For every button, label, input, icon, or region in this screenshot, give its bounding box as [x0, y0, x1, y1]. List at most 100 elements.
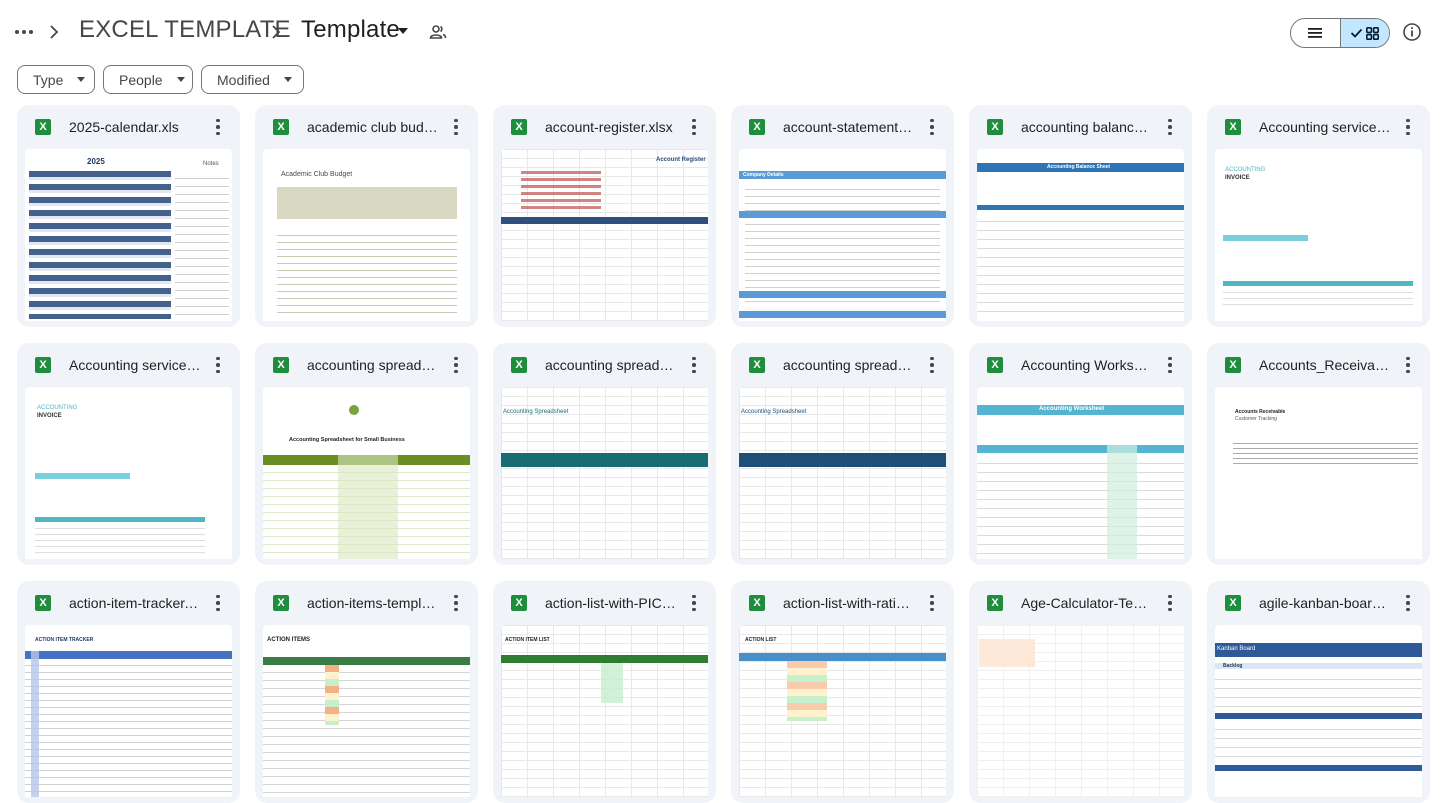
- tracker-rows: [25, 659, 232, 797]
- section-header: [739, 211, 946, 218]
- file-thumbnail: Company Details: [739, 149, 946, 321]
- table-header: [977, 205, 1184, 210]
- more-actions-icon[interactable]: [1400, 118, 1416, 136]
- breadcrumb-root[interactable]: EXCEL TEMPLATE: [79, 16, 291, 44]
- file-thumbnail: ACTION LIST: [739, 625, 946, 797]
- table-header: [501, 217, 708, 224]
- table-header: [739, 653, 946, 661]
- thumbnail-subtitle: Backlog: [1223, 663, 1243, 669]
- caret-down-icon[interactable]: [398, 28, 408, 34]
- more-actions-icon[interactable]: [1162, 594, 1178, 612]
- file-card[interactable]: X Accounts_Receivable.xlsx Accounts Rece…: [1207, 343, 1430, 565]
- more-options-icon[interactable]: [12, 20, 36, 44]
- details-table: [745, 183, 940, 308]
- file-card[interactable]: X account-register.xlsx Account Register: [493, 105, 716, 327]
- modified-filter-chip[interactable]: Modified: [201, 65, 304, 94]
- more-actions-icon[interactable]: [1400, 594, 1416, 612]
- file-card[interactable]: X action-item-tracker.xlsx ACTION ITEM T…: [17, 581, 240, 803]
- file-card[interactable]: X 2025-calendar.xls 2025 Notes: [17, 105, 240, 327]
- file-card[interactable]: X Accounting service invoice.xlsx ACCOUN…: [1207, 105, 1430, 327]
- excel-file-icon: X: [511, 119, 527, 135]
- file-card[interactable]: X agile-kanban-board.xlsx Kanban Board B…: [1207, 581, 1430, 803]
- file-card[interactable]: X Accounting Worksheet.xlsx Accounting W…: [969, 343, 1192, 565]
- file-card[interactable]: X Age-Calculator-Template.xlsx: [969, 581, 1192, 803]
- list-view-button[interactable]: [1291, 19, 1340, 47]
- more-actions-icon[interactable]: [686, 594, 702, 612]
- excel-file-icon: X: [35, 357, 51, 373]
- more-actions-icon[interactable]: [1400, 356, 1416, 374]
- file-name: accounting balance sheet.xlsx: [1021, 119, 1153, 135]
- thumbnail-subtitle: Customer Tracking: [1235, 416, 1277, 422]
- grid-view-button[interactable]: [1339, 19, 1389, 47]
- logo-icon: [349, 405, 359, 415]
- status-column: [601, 663, 623, 703]
- file-card[interactable]: X academic club budget.xlsx Academic Clu…: [255, 105, 478, 327]
- table-header: [977, 445, 1184, 453]
- excel-file-icon: X: [749, 119, 765, 135]
- budget-table: [277, 229, 457, 319]
- file-name: academic club budget.xlsx: [307, 119, 439, 135]
- thumbnail-title: Academic Club Budget: [281, 171, 353, 178]
- type-filter-label: Type: [33, 71, 64, 88]
- file-card[interactable]: X action-list-with-rating.xlsx ACTION LI…: [731, 581, 954, 803]
- invoice-rows: [35, 523, 205, 557]
- file-thumbnail: Accounting Balance Sheet: [977, 149, 1184, 321]
- more-actions-icon[interactable]: [924, 356, 940, 374]
- more-actions-icon[interactable]: [448, 356, 464, 374]
- file-card[interactable]: X Accounting service invoice.xlsx ACCOUN…: [17, 343, 240, 565]
- file-card[interactable]: X accounting spreadsheet.xlsx Accounting…: [731, 343, 954, 565]
- section-header: [1215, 713, 1422, 719]
- people-filter-chip[interactable]: People: [103, 65, 193, 94]
- file-thumbnail: Accounts Receivable Customer Tracking: [1215, 387, 1422, 559]
- thumbnail-title: Accounting Spreadsheet: [503, 409, 569, 415]
- more-actions-icon[interactable]: [448, 118, 464, 136]
- file-card[interactable]: X account-statement.xlsx Company Details: [731, 105, 954, 327]
- file-thumbnail: ACCOUNTING INVOICE: [25, 387, 232, 559]
- more-actions-icon[interactable]: [448, 594, 464, 612]
- check-icon: [1351, 28, 1363, 38]
- more-actions-icon[interactable]: [210, 118, 226, 136]
- excel-file-icon: X: [749, 357, 765, 373]
- file-card[interactable]: X accounting balance sheet.xlsx Accounti…: [969, 105, 1192, 327]
- file-card[interactable]: X action-items-template.xlsx ACTION ITEM…: [255, 581, 478, 803]
- excel-file-icon: X: [35, 119, 51, 135]
- balance-rows: [977, 213, 1184, 319]
- breadcrumb-current[interactable]: Template: [301, 16, 400, 44]
- more-actions-icon[interactable]: [1162, 118, 1178, 136]
- file-name: action-list-with-rating.xlsx: [783, 595, 915, 611]
- bar-chart: [521, 171, 601, 211]
- file-thumbnail: Account Register: [501, 149, 708, 321]
- thumbnail-subtitle: INVOICE: [37, 413, 62, 419]
- rating-column: [787, 661, 827, 721]
- more-actions-icon[interactable]: [210, 356, 226, 374]
- action-rows: [263, 665, 470, 797]
- more-actions-icon[interactable]: [686, 118, 702, 136]
- file-thumbnail: ACTION ITEMS: [263, 625, 470, 797]
- info-icon[interactable]: [1401, 21, 1423, 43]
- more-actions-icon[interactable]: [924, 594, 940, 612]
- file-thumbnail: Accounting Spreadsheet: [501, 387, 708, 559]
- section-header: [1215, 765, 1422, 771]
- notes-lines: [175, 171, 229, 319]
- file-card[interactable]: X accounting spreadsheet.xlsx Accounting…: [493, 343, 716, 565]
- file-card[interactable]: X action-list-with-PIC.xlsx ACTION ITEM …: [493, 581, 716, 803]
- file-name: accounting spreadsheet.xlsx: [783, 357, 915, 373]
- highlight-column: [338, 455, 398, 559]
- table-header: [501, 655, 708, 663]
- section-header: [739, 291, 946, 298]
- file-name: action-items-template.xlsx: [307, 595, 439, 611]
- table-header: [263, 657, 470, 665]
- excel-file-icon: X: [1225, 357, 1241, 373]
- file-card[interactable]: X accounting spreadsheet.xlsx Accounting…: [255, 343, 478, 565]
- type-filter-chip[interactable]: Type: [17, 65, 95, 94]
- section-header: [1215, 663, 1422, 669]
- more-actions-icon[interactable]: [210, 594, 226, 612]
- file-name: Accounting service invoice.xlsx: [69, 357, 201, 373]
- more-actions-icon[interactable]: [924, 118, 940, 136]
- file-name: 2025-calendar.xls: [69, 119, 179, 135]
- thumbnail-title: ACCOUNTING: [37, 405, 78, 411]
- more-actions-icon[interactable]: [1162, 356, 1178, 374]
- index-column: [31, 651, 39, 797]
- file-name: action-list-with-PIC.xlsx: [545, 595, 677, 611]
- more-actions-icon[interactable]: [686, 356, 702, 374]
